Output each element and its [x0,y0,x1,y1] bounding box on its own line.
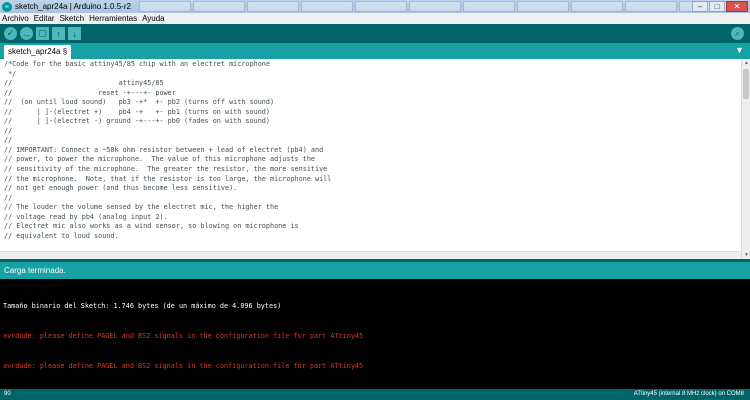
output-console[interactable]: Tamaño binario del Sketch: 1.746 bytes (… [0,279,750,389]
scroll-down-icon[interactable]: ▼ [742,251,750,259]
save-sketch-button[interactable]: ↓ [68,27,81,40]
open-icon: ↑ [56,28,61,39]
code-text[interactable]: /*Code for the basic attiny45/85 chip wi… [4,60,736,259]
code-line[interactable]: // [4,127,736,137]
editor-vertical-scrollbar[interactable]: ▲ ▼ [741,59,750,259]
code-line[interactable]: */ [4,70,736,80]
code-line[interactable]: // the microphone. Note, that if the res… [4,175,736,185]
verify-button[interactable]: ✓ [4,27,17,40]
serial-monitor-button[interactable]: ⌕ [731,27,744,40]
upload-button[interactable]: → [20,27,33,40]
background-tab [624,1,677,12]
status-bar: Carga terminada. [0,262,750,279]
open-sketch-button[interactable]: ↑ [52,27,65,40]
background-tab [138,1,191,12]
window-controls: – □ ✕ [692,1,748,12]
window-title: sketch_apr24a | Arduino 1.0.5-r2 [15,2,131,11]
background-tab [246,1,299,12]
background-tab [462,1,515,12]
menu-bar: Archivo Editar Sketch Herramientas Ayuda [0,13,750,24]
code-line[interactable]: // | ]-(electret -) ground -+---+- pb0 (… [4,117,736,127]
background-tab [570,1,623,12]
background-taskbar-tabs [138,0,733,13]
upload-icon: → [22,28,31,39]
code-line[interactable]: // reset -+---+- power [4,89,736,99]
toolbar: ✓ → ▢ ↑ ↓ ⌕ [0,24,750,43]
code-line[interactable]: // sensitivity of the microphone. The gr… [4,165,736,175]
minimize-button[interactable]: – [692,1,708,12]
menu-sketch[interactable]: Sketch [60,14,84,23]
console-error-line: avrdude: please define PAGEL and BS2 sig… [3,362,364,370]
code-line[interactable] [4,241,736,251]
code-line[interactable]: // voltage read by pb4 (analog input 2). [4,213,736,223]
new-icon: ▢ [38,28,47,38]
sketch-tab-bar: sketch_apr24a § ▼ [0,43,750,59]
tab-menu-icon[interactable]: ▼ [734,45,745,56]
code-line[interactable]: // | ]-(electret +) pb4 -+ +- pb1 (turns… [4,108,736,118]
code-line[interactable]: // attiny45/85 [4,79,736,89]
code-line[interactable]: // (on until loud sound) pb3 -+* +- pb2 … [4,98,736,108]
code-editor[interactable]: /*Code for the basic attiny45/85 chip wi… [0,59,750,259]
maximize-button[interactable]: □ [709,1,725,12]
close-button[interactable]: ✕ [726,1,748,12]
code-line[interactable]: // [4,136,736,146]
console-line: Tamaño binario del Sketch: 1.746 bytes (… [3,302,282,310]
code-line[interactable]: /*Code for the basic attiny45/85 chip wi… [4,60,736,70]
background-tab [408,1,461,12]
scrollbar-thumb[interactable] [743,69,749,99]
window-titlebar: ∞ sketch_apr24a | Arduino 1.0.5-r2 – □ ✕ [0,0,750,13]
code-line[interactable]: // Electret mic also works as a wind sen… [4,222,736,232]
code-line[interactable]: // [4,194,736,204]
menu-herramientas[interactable]: Herramientas [89,14,137,23]
code-line[interactable]: // IMPORTANT: Connect a ~50k ohm resisto… [4,146,736,156]
background-tab [354,1,407,12]
line-number: 90 [4,391,11,397]
menu-archivo[interactable]: Archivo [2,14,29,23]
board-info: ATtiny45 (internal 8 MHz clock) on COM8 [633,391,744,397]
footer-bar: 90 ATtiny45 (internal 8 MHz clock) on CO… [0,389,750,400]
new-sketch-button[interactable]: ▢ [36,27,49,40]
save-icon: ↓ [72,28,77,39]
background-tab [516,1,569,12]
code-line[interactable]: // equivalent to loud sound. [4,232,736,242]
arduino-logo-icon: ∞ [2,1,12,12]
tab-sketch-apr24a[interactable]: sketch_apr24a § [4,45,72,59]
code-line[interactable]: // power, to power the microphone. The v… [4,155,736,165]
verify-icon: ✓ [6,28,15,38]
status-message: Carga terminada. [4,266,66,275]
background-tab [192,1,245,12]
scroll-up-icon[interactable]: ▲ [742,59,750,67]
serial-monitor-icon: ⌕ [735,28,740,38]
code-line[interactable]: // The louder the volume sensed by the e… [4,203,736,213]
editor-horizontal-scrollbar[interactable] [0,251,741,259]
menu-ayuda[interactable]: Ayuda [142,14,165,23]
code-line[interactable]: // not get enough power (and thus become… [4,184,736,194]
menu-editar[interactable]: Editar [34,14,55,23]
console-error-line: avrdude: please define PAGEL and BS2 sig… [3,332,364,340]
background-tab [300,1,353,12]
